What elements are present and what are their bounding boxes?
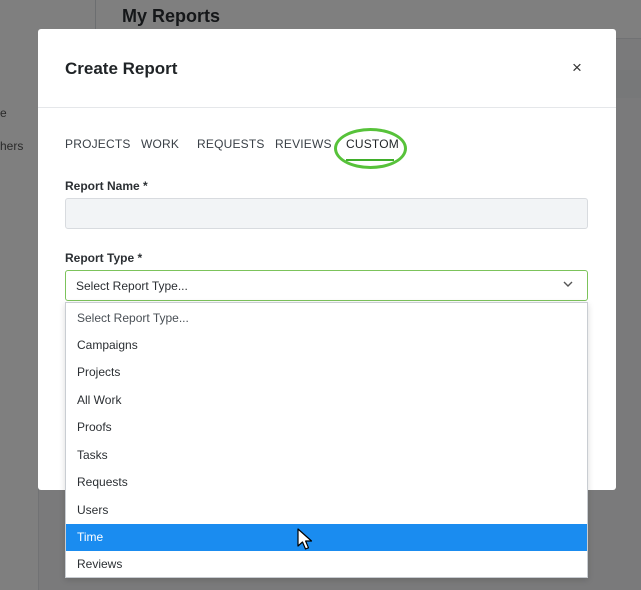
dropdown-option[interactable]: Projects [66, 359, 587, 386]
tab-requests[interactable]: REQUESTS [197, 137, 265, 151]
dropdown-option[interactable]: Select Report Type... [66, 305, 587, 332]
dropdown-option[interactable]: Requests [66, 469, 587, 496]
dropdown-option[interactable]: Proofs [66, 414, 587, 441]
chevron-down-icon [563, 281, 573, 287]
dropdown-option[interactable]: Users [66, 497, 587, 524]
close-icon[interactable]: × [568, 58, 586, 78]
tab-work[interactable]: WORK [141, 137, 179, 151]
modal-header: Create Report × [38, 29, 616, 108]
tab-reviews[interactable]: REVIEWS [275, 137, 332, 151]
mouse-pointer-icon [297, 528, 313, 550]
dropdown-option[interactable]: Campaigns [66, 332, 587, 359]
report-type-selected-value: Select Report Type... [76, 279, 188, 293]
report-type-label: Report Type * [65, 251, 143, 265]
dropdown-option[interactable]: Reviews [66, 551, 587, 578]
report-type-select[interactable]: Select Report Type... [65, 270, 588, 301]
dropdown-option[interactable]: Tasks [66, 442, 587, 469]
dropdown-option-highlighted[interactable]: Time [66, 524, 587, 551]
custom-tab-highlight-circle [334, 128, 407, 169]
report-type-dropdown: Select Report Type... Campaigns Projects… [65, 302, 588, 578]
report-name-label: Report Name * [65, 179, 148, 193]
dropdown-option[interactable]: All Work [66, 387, 587, 414]
modal-title: Create Report [65, 59, 178, 78]
report-name-input[interactable] [65, 198, 588, 229]
tab-projects[interactable]: PROJECTS [65, 137, 131, 151]
